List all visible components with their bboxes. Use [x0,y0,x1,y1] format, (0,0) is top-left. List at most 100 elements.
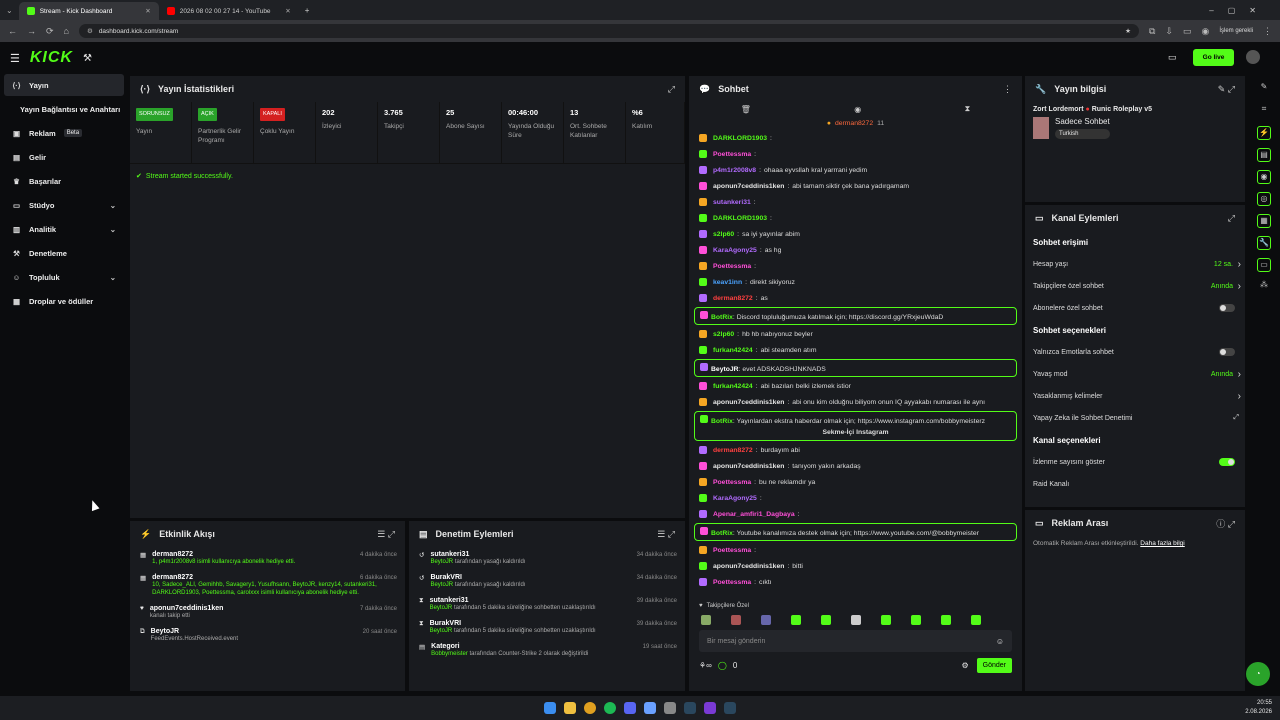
windows-start-icon[interactable] [544,702,556,714]
home-icon[interactable]: ⌂ [64,26,69,36]
chat-username[interactable]: p4m1r2008v8 [713,167,756,174]
chevron-down-icon[interactable]: ⌄ [110,225,116,234]
pen-icon[interactable]: ✎ [1257,82,1271,96]
popout-icon[interactable]: ⤢ [668,84,675,95]
instagram-button[interactable]: Sekme-İçi Instagram [700,425,1011,437]
sidebar-item[interactable]: ▭ Stüdyo ⌄ [4,194,124,216]
setting-row[interactable]: Raid Kanalı [1025,473,1245,495]
sidebar-item[interactable]: ▣ Reklam Beta [4,122,124,144]
chevron-right-icon[interactable]: › [1238,391,1241,402]
chat-username[interactable]: Poettessma [713,547,751,554]
sidebar-item[interactable]: ♛ Başarılar [4,170,124,192]
chat-username[interactable]: DARKLORD1903 [713,215,767,222]
emote-icon[interactable] [701,615,711,625]
edit-icon[interactable]: ✎ ⤢ [1218,84,1235,95]
sidebar-item[interactable]: ▥ Analitik ⌄ [4,218,124,240]
chat-username[interactable]: KaraAgony25 [713,247,757,254]
support-chat-button[interactable]: ◔ [1246,662,1270,686]
share-icon[interactable]: ⁂ [1257,280,1271,294]
chat-username[interactable]: derman8272 [713,447,753,454]
more-icon[interactable]: ⋮ [1003,84,1012,95]
site-info-icon[interactable]: ⚙ [87,27,93,35]
sidebar-item[interactable]: ▤ Gelir [4,146,124,168]
filter-icon[interactable]: ☰ ⤢ [377,529,395,540]
chat-username[interactable]: aponun7ceddinis1ken [713,183,784,190]
hammer-icon[interactable]: ⚒ [83,53,92,64]
new-tab-icon[interactable]: + [305,6,310,15]
chat-username[interactable]: sutankeri31 [713,199,751,206]
chat-username[interactable]: s2lp60 [713,231,734,238]
url-input[interactable]: ⚙ dashboard.kick.com/stream ★ [78,24,1139,38]
chat-username[interactable]: furkan42424 [713,383,753,390]
emote-icon[interactable] [791,615,801,625]
broadcast-icon[interactable]: ◎ [1257,192,1271,206]
chevron-right-icon[interactable]: › [1238,369,1241,380]
send-button[interactable]: Gönder [976,658,1012,673]
popout-icon[interactable]: ⤢ [1228,213,1235,224]
chat-username[interactable]: BotRix [711,418,733,425]
chat-username[interactable]: BotRix [711,530,733,537]
trash-icon[interactable]: 🗑 [741,105,751,114]
settings-icon[interactable]: ⚙ [961,661,968,670]
emote-icon[interactable] [731,615,741,625]
bookmark-star-icon[interactable]: ★ [1125,27,1131,35]
app-icon[interactable] [664,702,676,714]
extensions-icon[interactable]: ⧉ [1149,26,1155,37]
spotify-icon[interactable] [604,702,616,714]
reload-icon[interactable]: ⟳ [46,26,54,37]
menu-icon[interactable]: ⋮ [1263,26,1272,37]
chat-username[interactable]: Poettessma [713,479,751,486]
emote-icon[interactable] [821,615,831,625]
setting-row[interactable]: Hesap yaşı 12 sa. › [1025,253,1245,275]
sidebar-item[interactable]: Yayın Bağlantısı ve Anahtarı [4,98,124,120]
points-icon[interactable]: ⚘∞ [699,661,712,670]
chevron-down-icon[interactable]: ⌄ [110,273,116,282]
sidebar-item[interactable]: ▦ Droplar ve ödüller [4,290,124,312]
chevron-right-icon[interactable]: › [1238,281,1241,292]
close-icon[interactable]: ✕ [285,7,290,15]
tab-menu-icon[interactable]: ⌄ [6,6,13,15]
chat-username[interactable]: keav1inn [713,279,742,286]
chevron-right-icon[interactable]: › [1238,259,1241,270]
chat-username[interactable]: BeytoJR [711,366,739,373]
chat-username[interactable]: furkan42424 [713,347,753,354]
avatar[interactable]: ◉ [1201,26,1209,37]
chevron-down-icon[interactable]: ⌄ [110,201,116,210]
setting-row[interactable]: İzlenme sayısını göster [1025,451,1245,473]
emote-icon[interactable] [851,615,861,625]
chat-username[interactable]: aponun7ceddinis1ken [713,463,784,470]
chat-username[interactable]: KaraAgony25 [713,495,757,502]
hamburger-icon[interactable]: ☰ [10,52,20,65]
steam-icon[interactable] [684,702,696,714]
app-icon[interactable] [644,702,656,714]
emoji-icon[interactable]: ☺ [996,637,1004,646]
chat-bubble-icon[interactable]: ◉ [854,105,861,114]
downloads-icon[interactable]: ⇩ [1165,26,1173,37]
chat-username[interactable]: aponun7ceddinis1ken [713,563,784,570]
chat-icon[interactable]: ◉ [1257,170,1271,184]
setting-row[interactable]: Yalnızca Emotlarla sohbet [1025,341,1245,363]
sidebar-icon[interactable]: ▭ [1183,26,1192,37]
tab-youtube[interactable]: 2026 08 02 00 27 14 - YouTube ✕ [159,2,299,20]
steam-icon[interactable] [724,702,736,714]
back-icon[interactable]: ← [8,26,17,36]
emote-icon[interactable] [761,615,771,625]
emote-icon[interactable] [881,615,891,625]
doc-icon[interactable]: ▤ [1257,148,1271,162]
chat-username[interactable]: BotRix [711,314,733,321]
toggle-switch[interactable] [1219,348,1235,356]
avatar[interactable] [1246,50,1260,64]
emote-icon[interactable] [971,615,981,625]
chat-username[interactable]: aponun7ceddinis1ken [713,399,784,406]
filter-icon[interactable]: ☰ ⤢ [657,529,675,540]
emote-icon[interactable] [911,615,921,625]
message-input[interactable]: Bir mesaj gönderin ☺ [699,630,1012,652]
screen-icon[interactable]: ▭ [1257,258,1271,272]
wrench-icon[interactable]: 🔧 [1257,236,1271,250]
discord-icon[interactable] [624,702,636,714]
clipboard-icon[interactable]: ▦ [1257,214,1271,228]
bolt-icon[interactable]: ⚡ [1257,126,1271,140]
chat-username[interactable]: derman8272 [713,295,753,302]
chrome-icon[interactable] [584,702,596,714]
toggle-switch[interactable] [1219,304,1235,312]
